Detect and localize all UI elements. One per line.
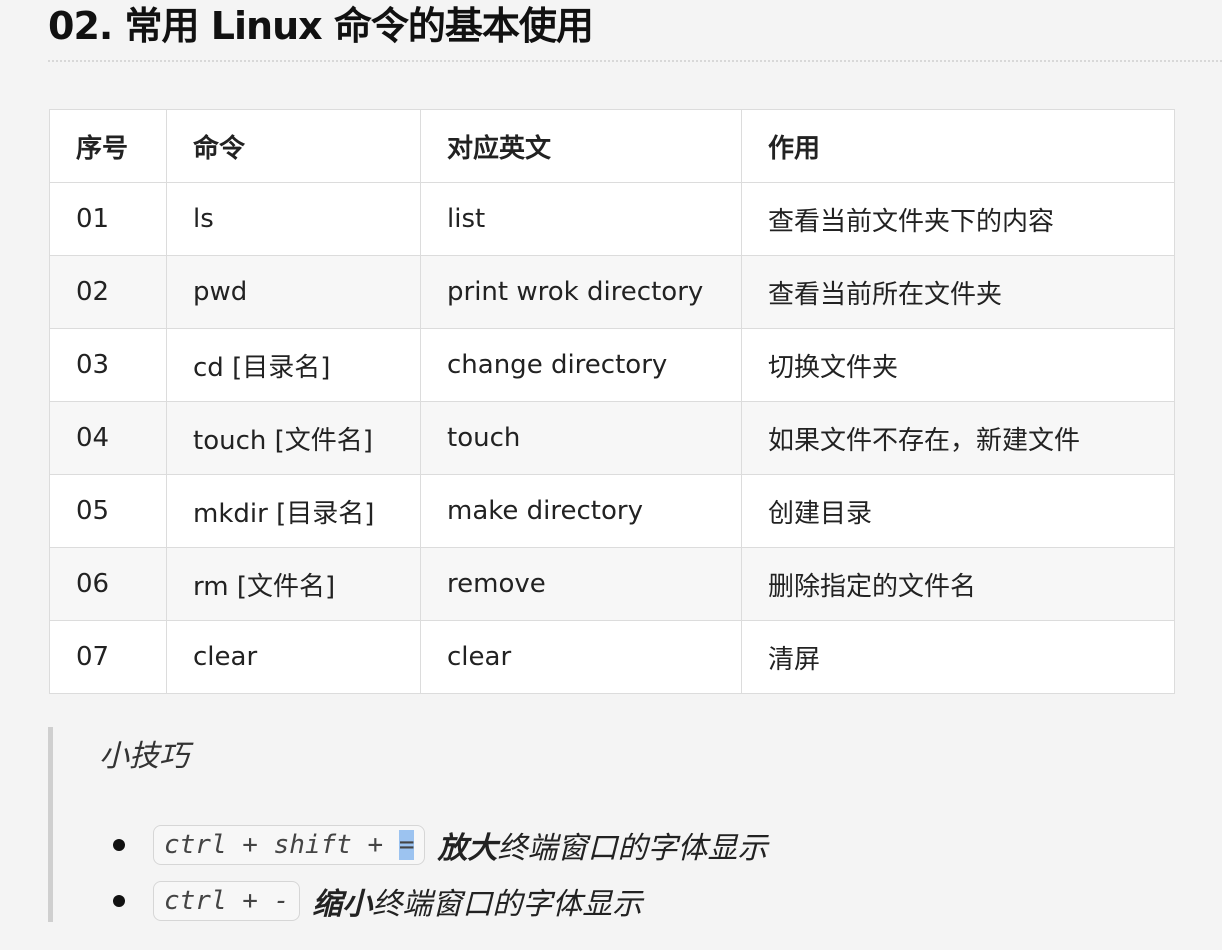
- cell-purpose: 清屏: [741, 620, 1175, 694]
- tip-item: ctrl + shift + = 放大 终端窗口的字体显示: [113, 817, 767, 873]
- cell-purpose: 查看当前所在文件夹: [741, 255, 1175, 329]
- tip-item: ctrl + - 缩小 终端窗口的字体显示: [113, 873, 767, 929]
- cell-english: print wrok directory: [420, 255, 742, 329]
- title-divider: [48, 60, 1222, 62]
- cell-command: rm [文件名]: [166, 547, 421, 621]
- cell-english: remove: [420, 547, 742, 621]
- tip-text: 终端窗口的字体显示: [372, 887, 643, 922]
- cell-index: 01: [49, 182, 167, 256]
- cell-purpose: 查看当前文件夹下的内容: [741, 182, 1175, 256]
- cell-english: make directory: [420, 474, 742, 548]
- cell-index: 07: [49, 620, 167, 694]
- tip-strong: 缩小: [312, 887, 373, 922]
- cell-english: change directory: [420, 328, 742, 402]
- selected-text: =: [398, 830, 415, 860]
- cell-command: cd [目录名]: [166, 328, 421, 402]
- cell-command: mkdir [目录名]: [166, 474, 421, 548]
- table-row: 06 rm [文件名] remove 删除指定的文件名: [49, 547, 1175, 621]
- bullet-icon: [113, 895, 125, 907]
- tips-list: ctrl + shift + = 放大 终端窗口的字体显示 ctrl + - 缩…: [113, 817, 767, 929]
- table-row: 04 touch [文件名] touch 如果文件不存在，新建文件: [49, 401, 1175, 475]
- cell-index: 02: [49, 255, 167, 329]
- tip-text: 终端窗口的字体显示: [497, 831, 768, 866]
- header-command: 命令: [166, 109, 421, 183]
- cell-command: touch [文件名]: [166, 401, 421, 475]
- bullet-icon: [113, 839, 125, 851]
- tips-blockquote: 小技巧 ctrl + shift + = 放大 终端窗口的字体显示 ctrl +…: [48, 727, 953, 922]
- cell-english: clear: [420, 620, 742, 694]
- cell-purpose: 如果文件不存在，新建文件: [741, 401, 1175, 475]
- table-row: 01 ls list 查看当前文件夹下的内容: [49, 182, 1175, 256]
- cell-command: pwd: [166, 255, 421, 329]
- tips-title: 小技巧: [99, 739, 189, 774]
- cell-index: 04: [49, 401, 167, 475]
- table-row: 03 cd [目录名] change directory 切换文件夹: [49, 328, 1175, 402]
- cell-purpose: 切换文件夹: [741, 328, 1175, 402]
- cell-purpose: 创建目录: [741, 474, 1175, 548]
- page-title: 02. 常用 Linux 命令的基本使用: [48, 4, 594, 48]
- cell-index: 06: [49, 547, 167, 621]
- header-english: 对应英文: [420, 109, 742, 183]
- table-row: 07 clear clear 清屏: [49, 620, 1175, 694]
- shortcut-code[interactable]: ctrl + -: [153, 881, 301, 921]
- cell-purpose: 删除指定的文件名: [741, 547, 1175, 621]
- cell-english: touch: [420, 401, 742, 475]
- table-row: 02 pwd print wrok directory 查看当前所在文件夹: [49, 255, 1175, 329]
- shortcut-code[interactable]: ctrl + shift + =: [153, 825, 426, 865]
- shortcut-text: ctrl + shift +: [164, 830, 399, 860]
- cell-english: list: [420, 182, 742, 256]
- cell-index: 03: [49, 328, 167, 402]
- header-purpose: 作用: [741, 109, 1175, 183]
- command-table: 序号 命令 对应英文 作用 01 ls list 查看当前文件夹下的内容 02 pwd pr…: [49, 109, 1175, 694]
- table-header-row: 序号 命令 对应英文 作用: [49, 109, 1175, 183]
- tip-strong: 放大: [437, 831, 498, 866]
- header-index: 序号: [49, 109, 167, 183]
- cell-command: clear: [166, 620, 421, 694]
- table-row: 05 mkdir [目录名] make directory 创建目录: [49, 474, 1175, 548]
- cell-index: 05: [49, 474, 167, 548]
- cell-command: ls: [166, 182, 421, 256]
